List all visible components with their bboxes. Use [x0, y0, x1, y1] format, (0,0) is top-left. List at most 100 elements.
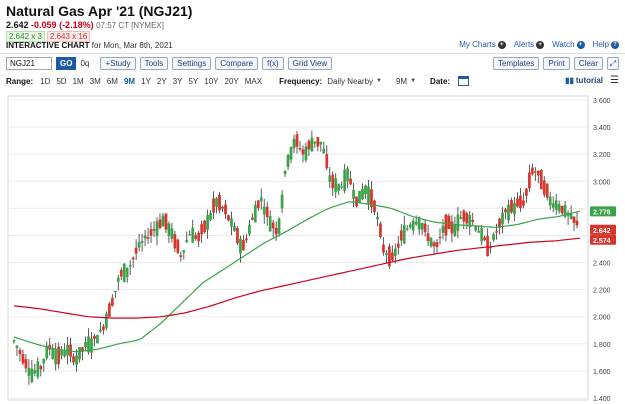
- help-link[interactable]: Help?: [593, 40, 619, 49]
- tutorial-icon: ▮▮: [565, 76, 574, 85]
- candle-body: [358, 190, 361, 203]
- quote-time: 07:57 CT [NYMEX]: [96, 21, 164, 30]
- candle-body: [72, 356, 75, 363]
- range-1y[interactable]: 1Y: [141, 77, 151, 86]
- symbol-input[interactable]: [6, 57, 52, 70]
- candle-body: [450, 221, 454, 234]
- tools-button[interactable]: Tools: [139, 57, 169, 70]
- candle-body: [536, 170, 540, 176]
- candle-body: [382, 244, 385, 253]
- candle-body: [280, 194, 284, 209]
- candle-body: [164, 213, 168, 230]
- range-5y[interactable]: 5Y: [188, 77, 198, 86]
- price-label: 2.574: [593, 238, 611, 245]
- grid-view-button[interactable]: Grid View: [287, 57, 333, 70]
- range-max[interactable]: MAX: [245, 77, 262, 86]
- candle-body: [453, 224, 457, 236]
- candle-body: [155, 221, 159, 237]
- candle-body: [242, 240, 245, 251]
- candle-body: [572, 216, 576, 223]
- candle-body: [522, 200, 525, 206]
- candle-body: [134, 247, 138, 254]
- candle-body: [444, 214, 448, 236]
- candle-body: [265, 206, 269, 218]
- candle-body: [548, 196, 552, 206]
- candle-body: [334, 178, 338, 193]
- candle-body: [551, 203, 555, 208]
- watch-link[interactable]: Watch +: [552, 40, 585, 49]
- range-1d[interactable]: 1D: [40, 77, 50, 86]
- candle-body: [236, 228, 239, 244]
- my-charts-link[interactable]: My Charts +: [459, 40, 506, 49]
- range-9m[interactable]: 9M: [124, 77, 135, 86]
- tutorial-link[interactable]: ▮▮ tutorial: [565, 76, 603, 85]
- range-label: Range:: [6, 76, 34, 86]
- range-20y[interactable]: 20Y: [225, 77, 239, 86]
- range-5d[interactable]: 5D: [56, 77, 66, 86]
- candle-body: [483, 237, 487, 241]
- candle-body: [411, 220, 415, 231]
- candle-body: [414, 221, 418, 225]
- price-chart[interactable]: 1.4001.6001.8002.0002.2002.4002.6002.800…: [0, 92, 625, 404]
- page-title: Natural Gas Apr '21 (NGJ21): [6, 3, 193, 19]
- candle-body: [504, 209, 507, 213]
- candle-body: [486, 236, 490, 257]
- candle-body: [373, 200, 376, 212]
- oq-selector[interactable]: 0q: [80, 57, 96, 70]
- calendar-icon[interactable]: [458, 76, 470, 86]
- print-button[interactable]: Print: [543, 57, 570, 70]
- range-3m[interactable]: 3M: [90, 77, 101, 86]
- right-tools: Templates Print Clear ⤢: [492, 57, 619, 70]
- candle-body: [116, 277, 120, 282]
- candle-body: [81, 347, 84, 352]
- candle-body: [298, 148, 302, 150]
- period-dropdown[interactable]: 9M ▼: [396, 77, 416, 86]
- compare-button[interactable]: Compare: [215, 57, 259, 70]
- candle-body: [501, 212, 504, 225]
- plus-icon: +: [536, 40, 545, 49]
- chart-svg[interactable]: 1.4001.6001.8002.0002.2002.4002.6002.800…: [0, 92, 625, 404]
- candle-body: [78, 347, 81, 360]
- templates-button[interactable]: Templates: [492, 57, 540, 70]
- candle-body: [179, 255, 183, 257]
- range-10y[interactable]: 10Y: [204, 77, 218, 86]
- go-button[interactable]: GO: [56, 57, 77, 70]
- fx-button[interactable]: f(x): [262, 57, 284, 70]
- range-6m[interactable]: 6M: [107, 77, 118, 86]
- candle-body: [158, 219, 162, 229]
- candle-body: [122, 263, 126, 282]
- expand-icon[interactable]: ⤢: [607, 57, 619, 70]
- candle-body: [143, 235, 147, 239]
- candle-body: [554, 200, 558, 210]
- frequency-dropdown[interactable]: Daily Nearby ▼: [327, 77, 382, 86]
- top-links: My Charts + Alerts + Watch + Help?: [459, 40, 619, 49]
- candle-body: [301, 149, 305, 155]
- candle-body: [39, 365, 43, 370]
- add-study-button[interactable]: +Study: [100, 57, 136, 70]
- candle-body: [107, 303, 111, 317]
- candle-body: [459, 217, 463, 219]
- watch-label: Watch: [552, 40, 575, 49]
- candle-body: [575, 220, 579, 226]
- candle-body: [420, 223, 424, 230]
- candle-body: [173, 233, 177, 249]
- range-1m[interactable]: 1M: [73, 77, 84, 86]
- range-2y[interactable]: 2Y: [157, 77, 167, 86]
- candle-body: [325, 154, 329, 169]
- candle-body: [224, 204, 227, 215]
- candle-body: [113, 290, 117, 293]
- clear-button[interactable]: Clear: [573, 57, 603, 70]
- candle-body: [247, 224, 251, 235]
- candle-body: [140, 241, 144, 244]
- candle-body: [110, 297, 114, 306]
- candle-body: [429, 237, 433, 247]
- candle-body: [319, 141, 323, 145]
- menu-icon[interactable]: ☰: [610, 75, 619, 86]
- settings-button[interactable]: Settings: [172, 57, 212, 70]
- alerts-link[interactable]: Alerts +: [514, 40, 545, 49]
- candle-body: [259, 197, 263, 202]
- range-row: Range: 1D 5D 1M 3M 6M 9M 1Y 2Y 3Y 5Y 10Y 20Y MAX Fre…: [6, 75, 470, 87]
- candle-body: [519, 195, 522, 209]
- range-3y[interactable]: 3Y: [173, 77, 183, 86]
- candle-body: [405, 228, 409, 230]
